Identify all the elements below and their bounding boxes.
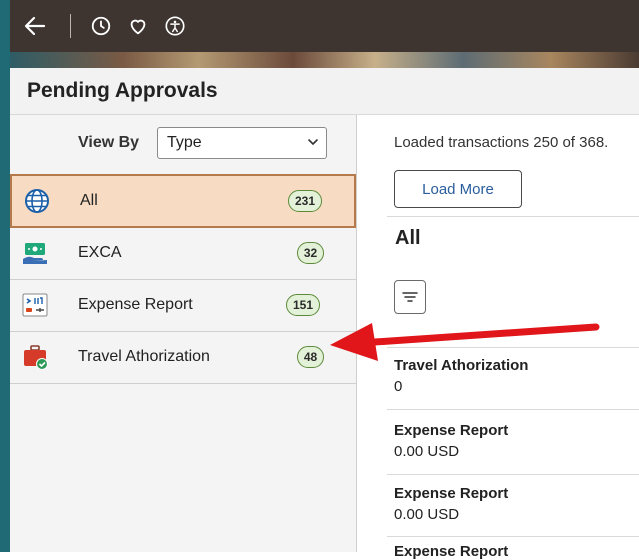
chevron-down-icon [308,139,318,145]
divider [387,536,639,537]
history-clock-icon[interactable] [86,11,116,41]
transaction-amount: 0.00 USD [394,443,460,460]
category-label: EXCA [78,244,122,261]
globe-icon [25,189,49,213]
transaction-title: Expense Report [394,422,509,439]
view-by-selected-value: Type [167,134,202,151]
category-list: All 231 EXCA 32 Expense Report 151 Trave… [10,174,356,384]
category-item-travel-authorization[interactable]: Travel Athorization 48 [10,332,356,384]
expense-report-icon [22,293,48,317]
left-edge-bar [0,0,10,552]
category-item-all[interactable]: All 231 [10,174,356,228]
divider [387,409,639,410]
category-item-exca[interactable]: EXCA 32 [10,228,356,280]
banner-image-strip [10,52,639,68]
page-header: Pending Approvals [10,68,639,115]
category-label: Travel Athorization [78,348,210,365]
transaction-amount: 0.00 USD [394,506,460,523]
top-toolbar [10,0,639,68]
toolbar-divider [70,14,71,38]
count-badge: 32 [297,242,324,264]
accessibility-icon[interactable] [160,11,190,41]
load-more-button[interactable]: Load More [394,170,522,208]
cash-payment-icon [23,243,47,264]
transaction-title: Expense Report [394,485,509,502]
page-title: Pending Approvals [27,79,218,102]
view-by-label: View By [78,134,140,151]
transaction-item[interactable]: Expense Report 0.00 USD [394,422,508,460]
divider [387,474,639,475]
count-badge: 151 [286,294,320,316]
section-title: All [395,227,421,249]
view-by-select[interactable]: Type [157,127,327,159]
category-label: All [80,192,98,209]
favorites-heart-icon[interactable] [123,11,153,41]
category-label: Expense Report [78,296,193,313]
divider [387,216,639,217]
category-panel: View By Type All 231 EXCA 32 Expense Rep… [10,115,357,552]
count-badge: 231 [288,190,322,212]
loaded-transactions-text: Loaded transactions 250 of 368. [394,134,609,151]
category-item-expense-report[interactable]: Expense Report 151 [10,280,356,332]
transaction-item[interactable]: Expense Report 0.00 USD [394,485,508,523]
transaction-amount: 0 [394,378,403,395]
annotation-arrow [330,323,600,361]
back-arrow-icon[interactable] [20,11,50,41]
travel-suitcase-icon [24,345,48,370]
